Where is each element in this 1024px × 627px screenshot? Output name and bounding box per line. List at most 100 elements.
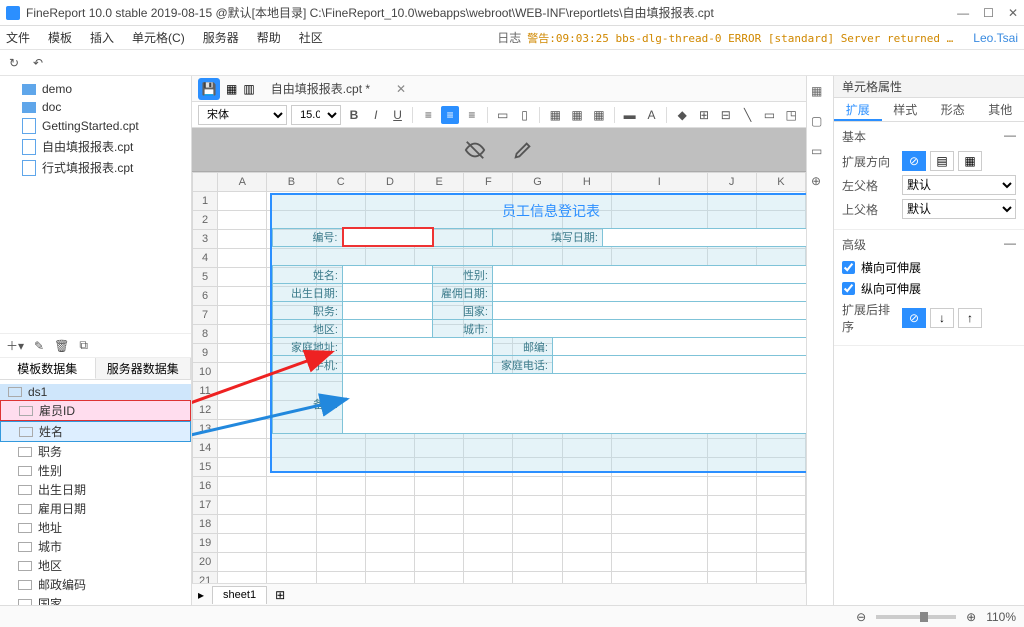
- border-icon[interactable]: ▦: [546, 106, 564, 124]
- properties-panel: 单元格属性 扩展 样式 形态 其他 基本— 扩展方向 ⊘ ▤ ▦ 左父格 默认: [833, 76, 1024, 605]
- log-message[interactable]: 警告:09:03:25 bbs-dlg-thread-0 ERROR [stan…: [527, 30, 957, 46]
- layout2-icon[interactable]: ▥: [243, 82, 254, 96]
- doc-tab[interactable]: 自由填报报表.cpt *✕: [261, 78, 416, 100]
- menu-file[interactable]: 文件: [6, 29, 30, 46]
- ds-root[interactable]: ds1: [0, 384, 191, 400]
- misc4-icon[interactable]: ╲: [739, 106, 757, 124]
- ds-field[interactable]: 性别: [0, 461, 191, 480]
- zoom-out-icon[interactable]: ⊖: [856, 610, 866, 624]
- ds-field[interactable]: 国家: [0, 594, 191, 605]
- link-icon[interactable]: ⊕: [811, 174, 829, 192]
- misc6-icon[interactable]: ◳: [782, 106, 800, 124]
- grid-mode-icon[interactable]: ▦: [811, 84, 829, 102]
- file-item[interactable]: 行式填报报表.cpt: [0, 157, 191, 178]
- align-center-icon[interactable]: ≡: [441, 106, 459, 124]
- zoom-slider[interactable]: [876, 615, 956, 619]
- ds-field[interactable]: 雇用日期: [0, 499, 191, 518]
- zoom-in-icon[interactable]: ⊕: [966, 610, 976, 624]
- back-icon[interactable]: ↶: [30, 55, 46, 71]
- bold-icon[interactable]: B: [345, 106, 363, 124]
- ds-field[interactable]: 地址: [0, 518, 191, 537]
- edit-icon[interactable]: [512, 139, 534, 161]
- tab-other[interactable]: 其他: [977, 98, 1024, 121]
- sort-desc[interactable]: ↑: [958, 308, 982, 328]
- misc2-icon[interactable]: ⊞: [695, 106, 713, 124]
- ds-field[interactable]: 地区: [0, 556, 191, 575]
- align-right-icon[interactable]: ≡: [463, 106, 481, 124]
- preview-off-icon[interactable]: [464, 139, 486, 161]
- user-name[interactable]: Leo.Tsai: [973, 31, 1018, 45]
- file-item[interactable]: 自由填报报表.cpt: [0, 136, 191, 157]
- section-basic[interactable]: 基本—: [842, 128, 1016, 145]
- ds-field[interactable]: 邮政编码: [0, 575, 191, 594]
- image-icon[interactable]: ▭: [811, 144, 829, 162]
- underline-icon[interactable]: U: [389, 106, 407, 124]
- unmerge-icon[interactable]: ▯: [516, 106, 534, 124]
- spreadsheet-grid[interactable]: ABCDEFGHIJK12345678910111213141516171819…: [192, 172, 806, 583]
- font-family-select[interactable]: 宋体: [198, 105, 287, 125]
- folder-item[interactable]: demo: [0, 80, 191, 98]
- props-tabs: 扩展 样式 形态 其他: [834, 98, 1024, 122]
- menu-insert[interactable]: 插入: [90, 29, 114, 46]
- folder-item[interactable]: doc: [0, 98, 191, 116]
- edit-icon[interactable]: ✎: [34, 339, 44, 353]
- dir-vert[interactable]: ▦: [958, 151, 982, 171]
- menu-server[interactable]: 服务器: [203, 29, 239, 46]
- menu-cell[interactable]: 单元格(C): [132, 29, 185, 46]
- close-button[interactable]: ✕: [1008, 6, 1018, 20]
- misc5-icon[interactable]: ▭: [761, 106, 779, 124]
- font-size-select[interactable]: 15.0: [291, 105, 341, 125]
- add-sheet-icon[interactable]: ⊞: [275, 588, 285, 602]
- sheet-tab[interactable]: sheet1: [212, 586, 267, 604]
- tab-server-ds[interactable]: 服务器数据集: [96, 358, 192, 379]
- sheet-menu-icon[interactable]: ▸: [198, 588, 204, 602]
- refresh-icon[interactable]: ↻: [6, 55, 22, 71]
- dir-horiz[interactable]: ▤: [930, 151, 954, 171]
- zoom-level[interactable]: 110%: [986, 610, 1016, 624]
- ds-field[interactable]: 姓名: [0, 421, 191, 442]
- log-label: 日志: [497, 29, 521, 46]
- color-icon[interactable]: A: [643, 106, 661, 124]
- fill-icon[interactable]: ▬: [621, 106, 639, 124]
- tab-form[interactable]: 形态: [929, 98, 977, 121]
- main-toolbar: ↻ ↶: [0, 50, 1024, 76]
- label-upparent: 上父格: [842, 201, 896, 218]
- layout-icon[interactable]: ▦: [226, 82, 237, 96]
- close-tab-icon[interactable]: ✕: [396, 82, 406, 96]
- sort-none[interactable]: ⊘: [902, 308, 926, 328]
- ds-field[interactable]: 城市: [0, 537, 191, 556]
- section-advanced[interactable]: 高级—: [842, 236, 1016, 253]
- menu-help[interactable]: 帮助: [257, 29, 281, 46]
- ds-field[interactable]: 职务: [0, 442, 191, 461]
- box-icon[interactable]: ▢: [811, 114, 829, 132]
- sort-asc[interactable]: ↓: [930, 308, 954, 328]
- upparent-select[interactable]: 默认: [902, 199, 1016, 219]
- misc1-icon[interactable]: ◆: [673, 106, 691, 124]
- dir-none[interactable]: ⊘: [902, 151, 926, 171]
- misc3-icon[interactable]: ⊟: [717, 106, 735, 124]
- delete-icon[interactable]: 🗑: [54, 339, 69, 353]
- tab-style[interactable]: 样式: [882, 98, 930, 121]
- leftparent-select[interactable]: 默认: [902, 175, 1016, 195]
- ds-field[interactable]: 出生日期: [0, 480, 191, 499]
- tab-expand[interactable]: 扩展: [834, 98, 882, 121]
- vstretch-checkbox[interactable]: [842, 282, 855, 295]
- ds-field[interactable]: 雇员ID: [0, 400, 191, 421]
- tab-template-ds[interactable]: 模板数据集: [0, 358, 96, 379]
- menu-community[interactable]: 社区: [299, 29, 323, 46]
- align-left-icon[interactable]: ≡: [419, 106, 437, 124]
- dataset-toolbar: ＋▾ ✎ 🗑 ⧉: [0, 334, 191, 358]
- save-button[interactable]: 💾: [198, 78, 220, 100]
- copy-icon[interactable]: ⧉: [79, 338, 88, 353]
- maximize-button[interactable]: ☐: [983, 6, 994, 20]
- dataset-tabs: 模板数据集 服务器数据集: [0, 358, 191, 380]
- minimize-button[interactable]: —: [957, 6, 969, 20]
- file-item[interactable]: GettingStarted.cpt: [0, 116, 191, 136]
- italic-icon[interactable]: I: [367, 106, 385, 124]
- merge-icon[interactable]: ▭: [494, 106, 512, 124]
- hstretch-checkbox[interactable]: [842, 261, 855, 274]
- border3-icon[interactable]: ▦: [590, 106, 608, 124]
- add-icon[interactable]: ＋▾: [6, 337, 24, 354]
- border2-icon[interactable]: ▦: [568, 106, 586, 124]
- menu-template[interactable]: 模板: [48, 29, 72, 46]
